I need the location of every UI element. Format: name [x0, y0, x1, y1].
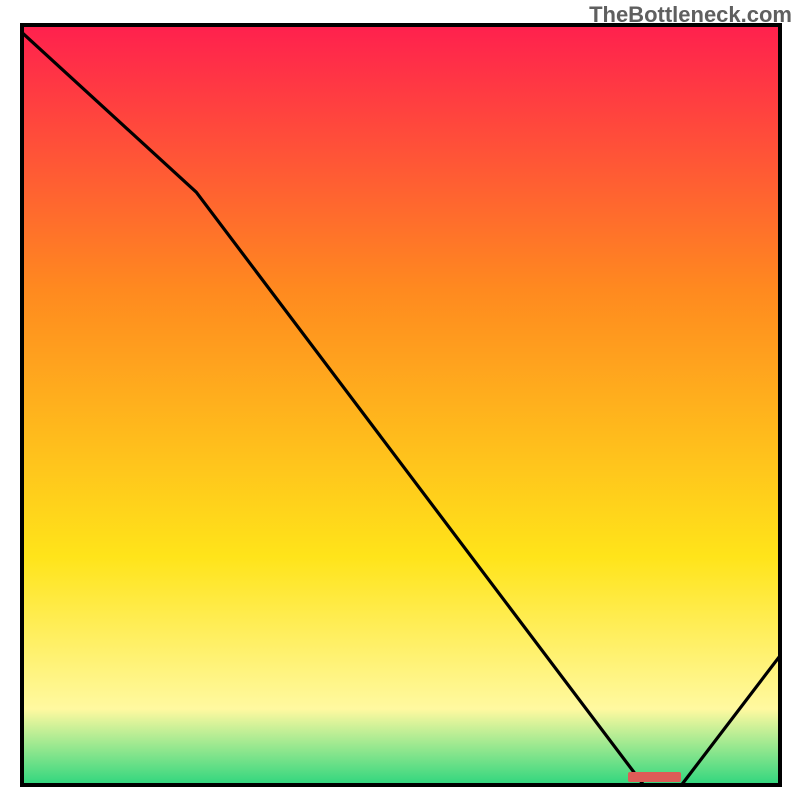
- plot-background: [22, 25, 780, 785]
- optimal-range-marker: [628, 772, 681, 782]
- bottleneck-chart: [0, 0, 800, 800]
